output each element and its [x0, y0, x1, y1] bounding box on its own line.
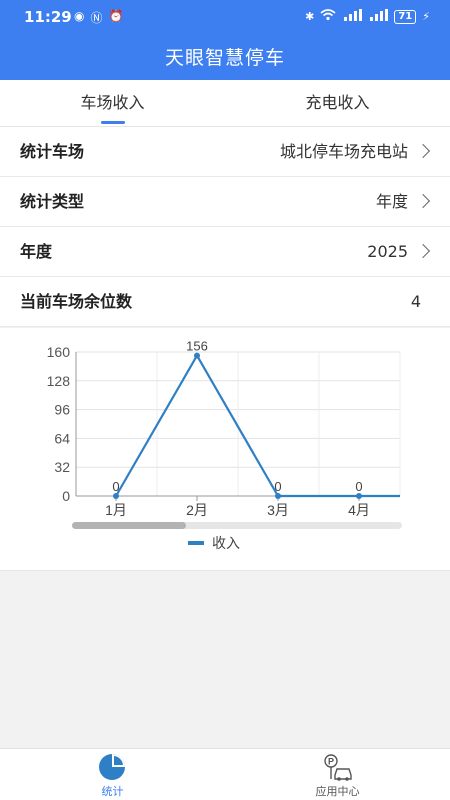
row-statistics-type[interactable]: 统计类型 年度 — [0, 177, 450, 227]
nav-statistics[interactable]: 统计 — [0, 749, 225, 800]
y-tick-label: 0 — [62, 488, 70, 504]
tab-charging-income[interactable]: 充电收入 — [225, 80, 450, 127]
row-label: 年度 — [20, 242, 53, 261]
bottom-nav: 统计 P 应用中心 — [0, 748, 450, 800]
data-label: 0 — [355, 479, 362, 494]
nav-app-center[interactable]: P 应用中心 — [225, 749, 450, 800]
nfc-icon: Ⓝ — [90, 11, 103, 25]
row-statistics-lot[interactable]: 统计车场 城北停车场充电站 — [0, 127, 450, 177]
data-label: 0 — [112, 479, 119, 494]
nav-label: 统计 — [101, 785, 124, 798]
status-system-icons: ✱ 71 ⚡ — [305, 9, 430, 24]
y-tick-label: 64 — [54, 430, 70, 446]
row-label: 当前车场余位数 — [20, 292, 133, 311]
nav-label: 应用中心 — [315, 785, 360, 798]
chevron-right-icon — [415, 193, 431, 209]
y-tick-label: 32 — [54, 459, 70, 475]
active-tab-indicator — [101, 121, 125, 124]
x-tick-label: 3月 — [267, 502, 289, 518]
income-chart-card: 0 32 64 96 128 160 1月 2月 3月 4月 0 156 0 0 收入 — [0, 328, 450, 571]
remaining-spaces-value: 4 — [410, 292, 421, 311]
tab-parking-income[interactable]: 车场收入 — [0, 80, 225, 127]
row-remaining-spaces: 当前车场余位数 4 — [0, 277, 450, 327]
page-title: 天眼智慧停车 — [164, 47, 285, 69]
row-value: 城北停车场充电站 — [279, 142, 408, 161]
row-label: 统计车场 — [20, 142, 85, 161]
row-value: 年度 — [375, 192, 408, 211]
row-year[interactable]: 年度 2025 — [0, 227, 450, 277]
pie-chart-icon — [99, 754, 125, 780]
y-tick-label: 128 — [47, 373, 71, 389]
legend-label: 收入 — [212, 535, 240, 551]
x-tick-label: 2月 — [186, 502, 208, 518]
x-tick-label: 1月 — [105, 502, 127, 518]
y-tick-label: 160 — [47, 344, 71, 360]
data-label: 156 — [186, 339, 208, 354]
parking-car-icon: P — [324, 754, 352, 781]
tab-bar: 车场收入 充电收入 — [0, 80, 450, 127]
eye-icon: ◉ — [74, 9, 85, 23]
chevron-right-icon — [415, 143, 431, 159]
alarm-icon: ⏰ — [108, 9, 124, 23]
data-label: 0 — [274, 479, 281, 494]
chart-scroll-thumb — [72, 522, 186, 529]
wifi-icon — [320, 9, 336, 24]
svg-text:P: P — [328, 757, 334, 767]
row-value: 2025 — [367, 242, 408, 261]
signal-icon — [342, 9, 363, 24]
status-notification-icons: ◉ Ⓝ ⏰ — [74, 9, 123, 26]
series-line — [115, 354, 400, 498]
income-line-chart: 0 32 64 96 128 160 1月 2月 3月 4月 0 156 0 0 收入 — [47, 339, 402, 551]
row-label: 统计类型 — [20, 192, 85, 211]
y-tick-label: 96 — [54, 402, 70, 418]
signal-icon-2 — [368, 9, 389, 24]
battery-icon: 71 — [394, 9, 417, 24]
status-time: 11:29 — [24, 8, 72, 26]
app-title-bar: 天眼智慧停车 — [0, 36, 450, 80]
charging-icon: ⚡ — [422, 10, 430, 23]
x-tick-label: 4月 — [348, 502, 370, 518]
status-bar: 11:29 ◉ Ⓝ ⏰ ✱ 71 ⚡ — [0, 0, 450, 36]
chevron-right-icon — [415, 243, 431, 259]
bluetooth-icon: ✱ — [305, 10, 315, 23]
